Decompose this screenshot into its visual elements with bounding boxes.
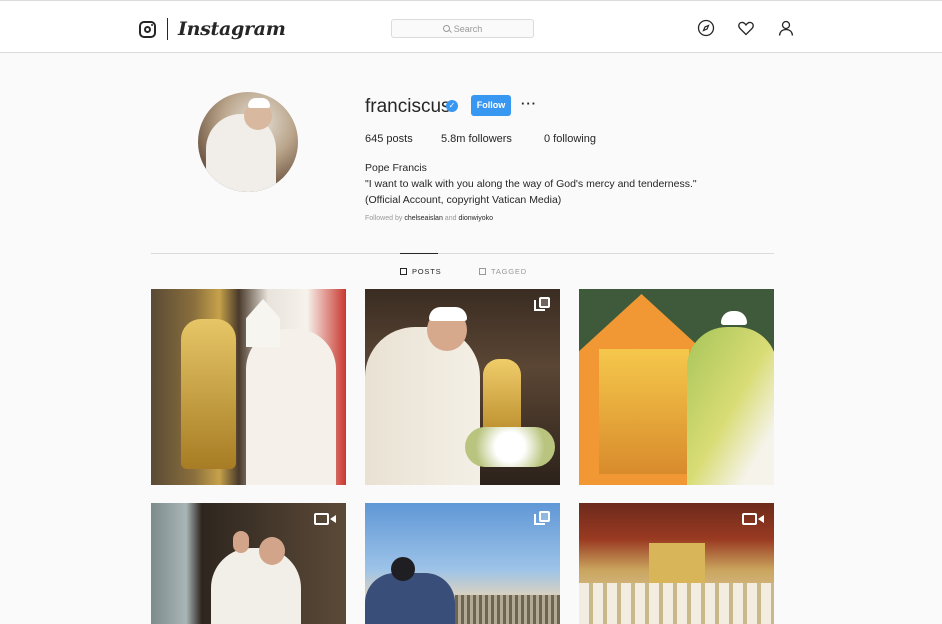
instagram-logo-icon[interactable] xyxy=(139,20,156,38)
top-navigation-bar: Instagram Search xyxy=(0,0,942,53)
follow-button[interactable]: Follow xyxy=(471,95,511,116)
post-image-head xyxy=(259,537,285,565)
post-image-cap xyxy=(429,307,467,321)
nav-icons xyxy=(697,19,817,37)
post-thumbnail[interactable] xyxy=(579,503,774,624)
tab-posts-label: POSTS xyxy=(412,267,442,276)
profile-avatar[interactable] xyxy=(198,92,298,192)
post-image-statue xyxy=(181,319,236,469)
post-thumbnail[interactable] xyxy=(365,289,560,485)
followed-by: Followed by chelseaislan and dionwiyoko xyxy=(365,215,493,222)
profile-bio: Pope Francis "I want to walk with you al… xyxy=(365,160,697,208)
post-image-flowers xyxy=(465,427,555,467)
profile-username: franciscus xyxy=(365,96,451,117)
post-thumbnail[interactable] xyxy=(365,503,560,624)
post-image-clergy xyxy=(579,583,774,624)
more-options-icon[interactable]: ··· xyxy=(521,96,537,111)
followers-count[interactable]: 5.8m followers xyxy=(441,133,512,145)
post-thumbnail[interactable] xyxy=(579,289,774,485)
tabs-divider xyxy=(151,253,774,254)
tag-icon xyxy=(479,268,486,275)
brand[interactable]: Instagram xyxy=(139,18,286,40)
following-count[interactable]: 0 following xyxy=(544,133,596,145)
post-thumbnail[interactable] xyxy=(151,503,346,624)
post-image-cap xyxy=(721,311,747,325)
bio-note: (Official Account, copyright Vatican Med… xyxy=(365,194,562,206)
post-image-figure xyxy=(246,329,336,485)
user-icon[interactable] xyxy=(777,19,795,37)
post-image-figure xyxy=(211,548,301,624)
search-placeholder: Search xyxy=(453,23,483,34)
post-image-head xyxy=(391,557,415,581)
post-image-figure xyxy=(365,573,455,624)
instagram-wordmark[interactable]: Instagram xyxy=(178,18,286,40)
post-image-figure xyxy=(687,327,774,485)
multiple-photos-icon xyxy=(534,511,550,525)
bio-quote: "I want to walk with you along the way o… xyxy=(365,178,697,190)
search-input[interactable]: Search xyxy=(391,19,534,38)
post-image-mitre xyxy=(246,299,280,347)
tab-posts[interactable]: POSTS xyxy=(400,253,442,276)
posts-count: 645 posts xyxy=(365,133,413,145)
posts-grid xyxy=(151,289,774,624)
video-camera-icon xyxy=(314,511,336,525)
verified-badge-icon: ✓ xyxy=(446,100,458,112)
tab-tagged-label: TAGGED xyxy=(491,267,527,276)
bio-name: Pope Francis xyxy=(365,162,427,174)
search-icon xyxy=(442,25,450,32)
followed-by-prefix: Followed by xyxy=(365,215,403,222)
grid-icon xyxy=(400,268,407,275)
post-image-hand xyxy=(233,531,249,553)
post-image-altar xyxy=(649,543,705,588)
compass-icon[interactable] xyxy=(697,19,715,37)
tab-tagged[interactable]: TAGGED xyxy=(479,267,527,276)
followed-by-joiner: and xyxy=(444,215,457,222)
avatar-cap xyxy=(248,98,270,108)
followed-by-user1[interactable]: chelseaislan xyxy=(404,215,443,222)
post-image-icon-inner xyxy=(599,349,689,474)
post-image-figure xyxy=(365,327,480,485)
post-image-crowd xyxy=(455,595,560,624)
post-thumbnail[interactable] xyxy=(151,289,346,485)
heart-icon[interactable] xyxy=(737,19,755,37)
multiple-photos-icon xyxy=(534,297,550,311)
video-camera-icon xyxy=(742,511,764,525)
brand-divider xyxy=(167,18,168,40)
followed-by-user2[interactable]: dionwiyoko xyxy=(458,215,493,222)
